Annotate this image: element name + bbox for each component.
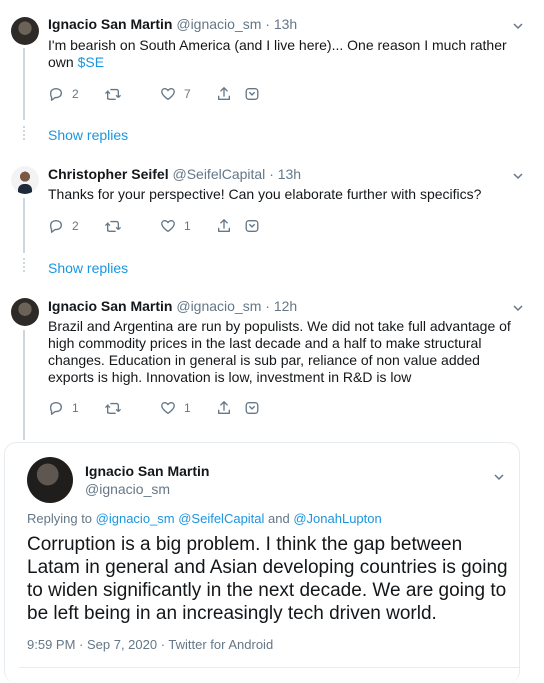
reply-icon (48, 86, 64, 102)
replying-to: Replying to @ignacio_sm @SeifelCapital a… (27, 511, 382, 526)
like-icon (160, 86, 176, 102)
dotted-thread-line (23, 258, 25, 274)
reply-count: 1 (72, 401, 79, 415)
save-icon (244, 218, 260, 234)
show-replies-link[interactable]: Show replies (48, 260, 128, 276)
thread-line (23, 48, 25, 120)
tweet-header: Ignacio San Martin @ignacio_sm · 13h (48, 16, 297, 32)
save-button[interactable] (244, 400, 260, 416)
tweet-text: Brazil and Argentina are run by populist… (48, 318, 511, 385)
tweet-actions: 2 1 (48, 218, 278, 236)
author-handle[interactable]: @ignacio_sm (85, 481, 170, 497)
tweet-text: I'm bearish on South America (and I live… (48, 37, 518, 71)
dotted-thread-line (23, 126, 25, 142)
mention-link[interactable]: @ignacio_sm (96, 511, 175, 526)
save-button[interactable] (244, 86, 260, 102)
share-button[interactable] (216, 400, 232, 416)
tweet-2[interactable]: Christopher Seifel @SeifelCapital · 13h … (0, 150, 544, 282)
reply-button[interactable]: 2 (48, 218, 79, 234)
share-icon (216, 218, 232, 234)
tweet-text-body: I'm bearish on South America (and I live… (48, 37, 507, 70)
share-button[interactable] (216, 218, 232, 234)
retweet-button[interactable] (104, 400, 122, 416)
reply-icon (48, 400, 64, 416)
tweet-actions: 2 7 (48, 86, 278, 104)
like-icon (160, 218, 176, 234)
tweet-3[interactable]: Ignacio San Martin @ignacio_sm · 12h Bra… (0, 282, 544, 442)
avatar[interactable] (11, 166, 39, 194)
retweet-button[interactable] (104, 86, 122, 102)
avatar[interactable] (11, 17, 39, 45)
author-name[interactable]: Ignacio San Martin (85, 463, 209, 479)
reply-button[interactable]: 1 (48, 400, 79, 416)
replying-prefix: Replying to (27, 511, 96, 526)
tweet-text: Thanks for your perspective! Can you ela… (48, 186, 482, 202)
save-button[interactable] (244, 218, 260, 234)
author-handle[interactable]: @ignacio_sm (176, 298, 261, 314)
show-replies-link[interactable]: Show replies (48, 127, 128, 143)
cashtag-link[interactable]: $SE (78, 54, 104, 70)
save-icon (244, 86, 260, 102)
reply-icon (48, 218, 64, 234)
like-icon (160, 400, 176, 416)
retweet-icon (104, 86, 122, 102)
thread-line (23, 198, 25, 253)
focused-tweet: Ignacio San Martin @ignacio_sm Replying … (4, 442, 520, 683)
tweet-timestamp[interactable]: 9:59 PM · Sep 7, 2020 · Twitter for Andr… (27, 637, 273, 652)
like-button[interactable]: 1 (160, 400, 191, 416)
tweet-1[interactable]: Ignacio San Martin @ignacio_sm · 13h I'm… (0, 0, 544, 150)
focused-tweet-text: Corruption is a big problem. I think the… (27, 534, 508, 624)
chevron-down-icon[interactable] (512, 20, 524, 32)
mention-link[interactable]: @SeifelCapital (178, 511, 264, 526)
like-button[interactable]: 7 (160, 86, 191, 102)
author-handle[interactable]: @SeifelCapital (172, 166, 265, 182)
chevron-down-icon[interactable] (512, 170, 524, 182)
reply-count: 2 (72, 219, 79, 233)
author-name[interactable]: Ignacio San Martin (48, 16, 172, 32)
like-count: 7 (184, 87, 191, 101)
save-icon (244, 400, 260, 416)
mention-link[interactable]: @JonahLupton (293, 511, 381, 526)
like-count: 1 (184, 401, 191, 415)
like-count: 1 (184, 219, 191, 233)
chevron-down-icon[interactable] (512, 302, 524, 314)
tweet-time[interactable]: · 13h (265, 16, 297, 32)
author-name[interactable]: Christopher Seifel (48, 166, 169, 182)
avatar[interactable] (27, 457, 73, 503)
tweet-header: Christopher Seifel @SeifelCapital · 13h (48, 166, 301, 182)
reply-button[interactable]: 2 (48, 86, 79, 102)
author-name[interactable]: Ignacio San Martin (48, 298, 172, 314)
reply-count: 2 (72, 87, 79, 101)
share-icon (216, 400, 232, 416)
share-button[interactable] (216, 86, 232, 102)
share-icon (216, 86, 232, 102)
tweet-time[interactable]: · 13h (269, 166, 301, 182)
and-word: and (264, 511, 294, 526)
retweet-icon (104, 400, 122, 416)
retweet-icon (104, 218, 122, 234)
retweet-button[interactable] (104, 218, 122, 234)
tweet-actions: 1 1 (48, 400, 278, 418)
thread-line (23, 330, 25, 440)
tweet-header: Ignacio San Martin @ignacio_sm · 12h (48, 298, 297, 314)
chevron-down-icon[interactable] (493, 471, 505, 483)
tweet-time[interactable]: · 12h (265, 298, 297, 314)
like-button[interactable]: 1 (160, 218, 191, 234)
avatar[interactable] (11, 298, 39, 326)
author-handle[interactable]: @ignacio_sm (176, 16, 261, 32)
